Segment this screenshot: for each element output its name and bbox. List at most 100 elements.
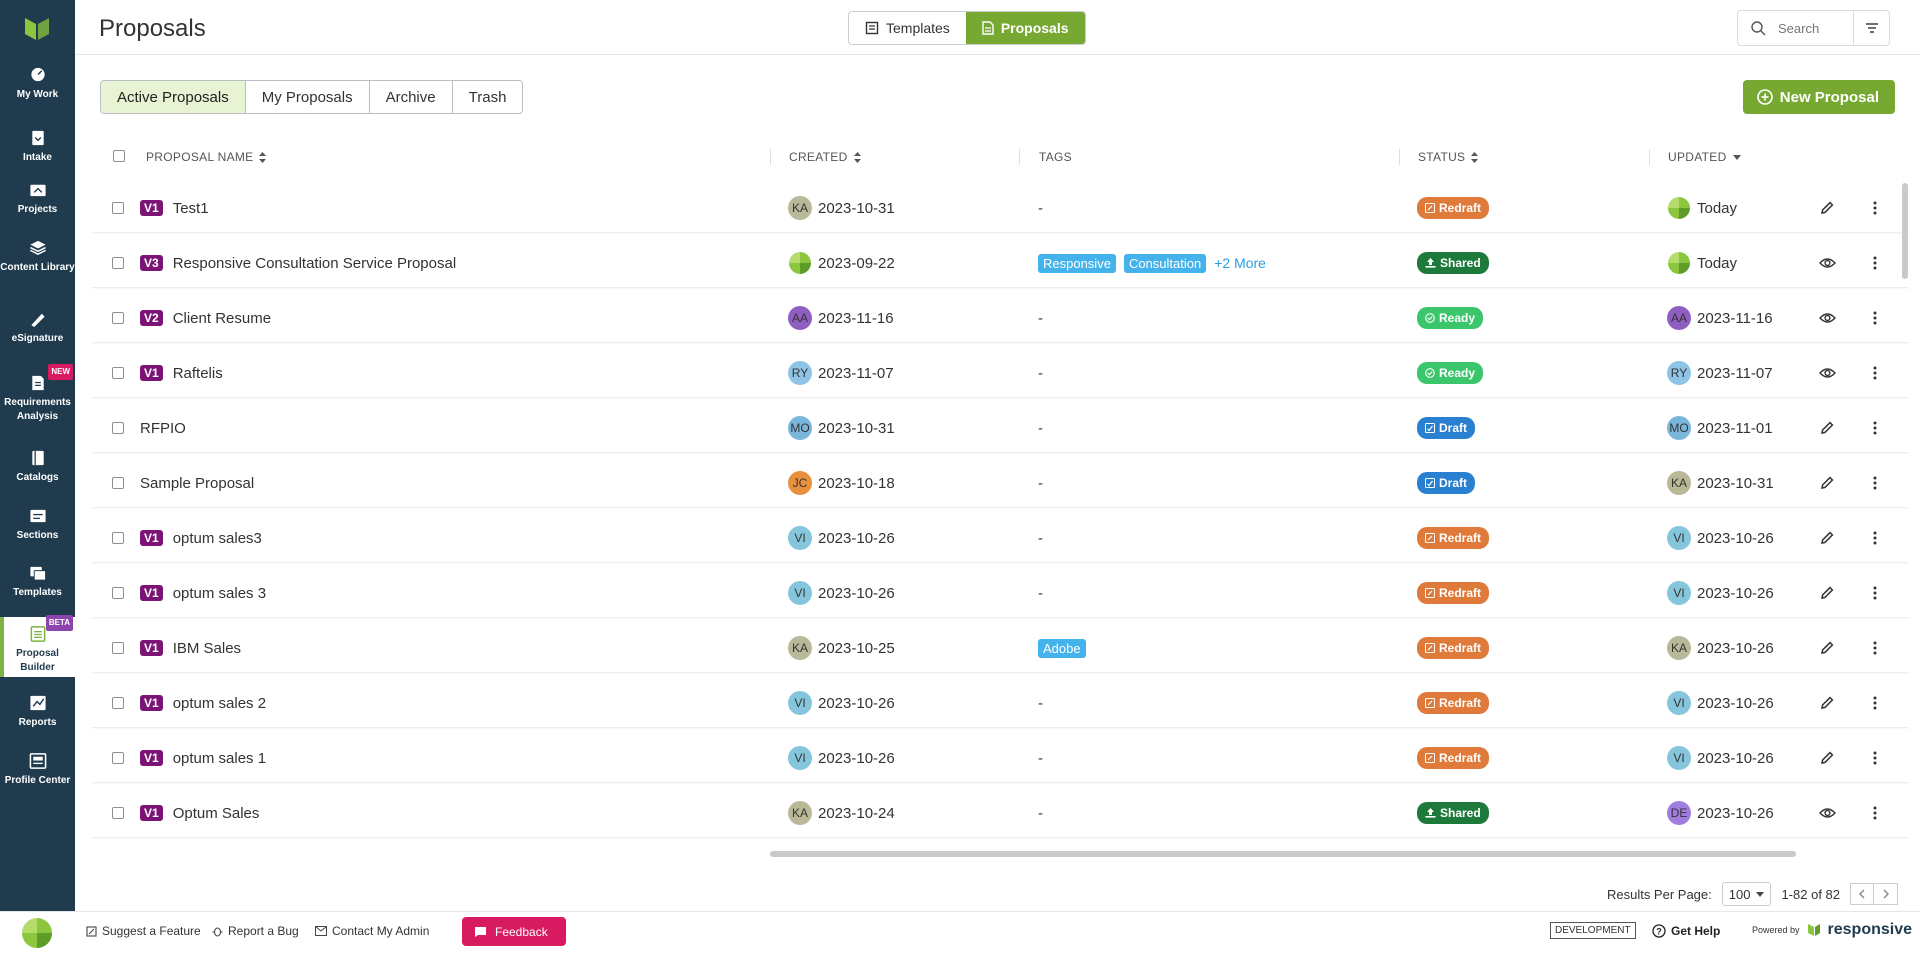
row-checkbox[interactable] xyxy=(112,403,124,453)
more-options-button[interactable] xyxy=(1860,183,1890,233)
column-status[interactable]: STATUS xyxy=(1418,150,1479,164)
table-row[interactable]: V1 optum sales 2 VI 2023-10-26 - Redraft VI 202… xyxy=(92,678,1909,728)
table-row[interactable]: V1 optum sales 1 VI 2023-10-26 - Redraft VI 202… xyxy=(92,733,1909,783)
more-options-button[interactable] xyxy=(1860,348,1890,398)
row-checkbox[interactable] xyxy=(112,293,124,343)
table-row[interactable]: V2 Client Resume AA 2023-11-16 - Ready AA 2023-… xyxy=(92,293,1909,343)
edit-button[interactable] xyxy=(1812,678,1842,728)
row-checkbox[interactable] xyxy=(112,733,124,783)
row-checkbox[interactable] xyxy=(112,568,124,618)
table-row[interactable]: V1 optum sales3 VI 2023-10-26 - Redraft VI 2023… xyxy=(92,513,1909,563)
search-input[interactable] xyxy=(1778,20,1848,36)
per-page-select[interactable]: 100 xyxy=(1721,882,1772,906)
proposal-name-cell[interactable]: V1 optum sales3 xyxy=(140,513,262,563)
sidebar-item-intake[interactable]: Intake xyxy=(0,125,75,165)
templates-toggle-button[interactable]: Templates xyxy=(849,12,966,44)
more-options-button[interactable] xyxy=(1860,568,1890,618)
more-options-button[interactable] xyxy=(1860,403,1890,453)
more-options-button[interactable] xyxy=(1860,788,1890,838)
tab-archive[interactable]: Archive xyxy=(370,81,453,113)
row-checkbox[interactable] xyxy=(112,623,124,673)
proposal-name-cell[interactable]: Sample Proposal xyxy=(140,458,254,508)
table-row[interactable]: V1 Optum Sales KA 2023-10-24 - Shared DE 2023-1… xyxy=(92,788,1909,838)
new-proposal-button[interactable]: New Proposal xyxy=(1742,80,1895,114)
sidebar-item-requirements-analysis[interactable]: Requirements Analysis NEW xyxy=(0,364,75,426)
row-checkbox[interactable] xyxy=(112,238,124,288)
tag-chip[interactable]: Consultation xyxy=(1123,253,1207,273)
more-options-button[interactable] xyxy=(1860,293,1890,343)
sidebar-item-sections[interactable]: Sections xyxy=(0,503,75,543)
view-button[interactable] xyxy=(1812,293,1842,343)
tag-chip[interactable]: Adobe xyxy=(1038,638,1086,658)
proposal-name-cell[interactable]: V1 Test1 xyxy=(140,183,209,233)
row-checkbox[interactable] xyxy=(112,348,124,398)
table-row[interactable]: V1 Test1 KA 2023-10-31 - Redraft Today xyxy=(92,183,1909,233)
report-bug-link[interactable]: Report a Bug xyxy=(212,924,299,938)
table-row[interactable]: V1 Raftelis RY 2023-11-07 - Ready RY 2023-11-07 xyxy=(92,348,1909,398)
more-options-button[interactable] xyxy=(1860,623,1890,673)
filter-button[interactable] xyxy=(1853,11,1889,45)
proposal-name-cell[interactable]: V3 Responsive Consultation Service Propos… xyxy=(140,238,456,288)
row-checkbox[interactable] xyxy=(112,678,124,728)
sidebar-item-profile-center[interactable]: Profile Center xyxy=(0,748,75,804)
horizontal-scrollbar[interactable] xyxy=(770,851,1796,857)
tag-chip[interactable]: Responsive xyxy=(1038,253,1116,273)
tab-trash[interactable]: Trash xyxy=(453,81,523,113)
edit-button[interactable] xyxy=(1812,513,1842,563)
previous-page-button[interactable] xyxy=(1850,883,1874,905)
edit-button[interactable] xyxy=(1812,183,1842,233)
row-checkbox[interactable] xyxy=(112,788,124,838)
proposals-toggle-button[interactable]: Proposals xyxy=(965,12,1085,44)
next-page-button[interactable] xyxy=(1874,883,1898,905)
select-all-checkbox[interactable] xyxy=(113,150,125,162)
table-row[interactable]: V1 IBM Sales KA 2023-10-25 Adobe Redraft KA 202… xyxy=(92,623,1909,673)
edit-button[interactable] xyxy=(1812,568,1842,618)
edit-button[interactable] xyxy=(1812,623,1842,673)
proposal-name-cell[interactable]: V1 Raftelis xyxy=(140,348,223,398)
sidebar-item-reports[interactable]: Reports xyxy=(0,690,75,730)
sidebar-item-projects[interactable]: Projects xyxy=(0,177,75,217)
more-tags-link[interactable]: +2 More xyxy=(1214,255,1266,271)
tab-my-proposals[interactable]: My Proposals xyxy=(246,81,370,113)
edit-button[interactable] xyxy=(1812,458,1842,508)
suggest-feature-link[interactable]: Suggest a Feature xyxy=(86,924,201,938)
proposal-name-cell[interactable]: V2 Client Resume xyxy=(140,293,271,343)
more-options-button[interactable] xyxy=(1860,678,1890,728)
view-button[interactable] xyxy=(1812,348,1842,398)
more-options-button[interactable] xyxy=(1860,733,1890,783)
column-proposal-name[interactable]: PROPOSAL NAME xyxy=(146,150,267,164)
proposal-name-cell[interactable]: V1 IBM Sales xyxy=(140,623,241,673)
column-created[interactable]: CREATED xyxy=(789,150,861,164)
column-updated[interactable]: UPDATED xyxy=(1668,150,1741,164)
more-options-button[interactable] xyxy=(1860,458,1890,508)
sidebar-item-my-work[interactable]: My Work xyxy=(0,62,75,102)
app-logo-icon[interactable] xyxy=(22,14,52,44)
proposal-name-cell[interactable]: V1 optum sales 3 xyxy=(140,568,266,618)
sidebar-item-content-library[interactable]: Content Library xyxy=(0,235,75,291)
more-options-button[interactable] xyxy=(1860,513,1890,563)
contact-admin-link[interactable]: Contact My Admin xyxy=(315,924,429,938)
table-row[interactable]: V1 optum sales 3 VI 2023-10-26 - Redraft VI 202… xyxy=(92,568,1909,618)
proposal-name-cell[interactable]: V1 Optum Sales xyxy=(140,788,259,838)
table-row[interactable]: RFPIO MO 2023-10-31 - Draft MO 2023-11-01 xyxy=(92,403,1909,453)
more-options-button[interactable] xyxy=(1860,238,1890,288)
proposal-name-cell[interactable]: RFPIO xyxy=(140,403,186,453)
sidebar-item-esignature[interactable]: eSignature xyxy=(0,306,75,346)
feedback-button[interactable]: Feedback xyxy=(462,917,566,946)
row-checkbox[interactable] xyxy=(112,458,124,508)
edit-button[interactable] xyxy=(1812,733,1842,783)
row-checkbox[interactable] xyxy=(112,183,124,233)
get-help-link[interactable]: ? Get Help xyxy=(1652,924,1720,938)
proposal-name-cell[interactable]: V1 optum sales 1 xyxy=(140,733,266,783)
sidebar-item-proposal-builder[interactable]: Proposal Builder BETA xyxy=(0,615,75,677)
edit-button[interactable] xyxy=(1812,403,1842,453)
proposal-name-cell[interactable]: V1 optum sales 2 xyxy=(140,678,266,728)
vertical-scrollbar[interactable] xyxy=(1902,183,1908,279)
table-row[interactable]: V3 Responsive Consultation Service Propos… xyxy=(92,238,1909,288)
tab-active-proposals[interactable]: Active Proposals xyxy=(101,81,246,113)
view-button[interactable] xyxy=(1812,788,1842,838)
row-checkbox[interactable] xyxy=(112,513,124,563)
sidebar-item-catalogs[interactable]: Catalogs xyxy=(0,445,75,485)
view-button[interactable] xyxy=(1812,238,1842,288)
sidebar-item-templates[interactable]: Templates xyxy=(0,560,75,600)
